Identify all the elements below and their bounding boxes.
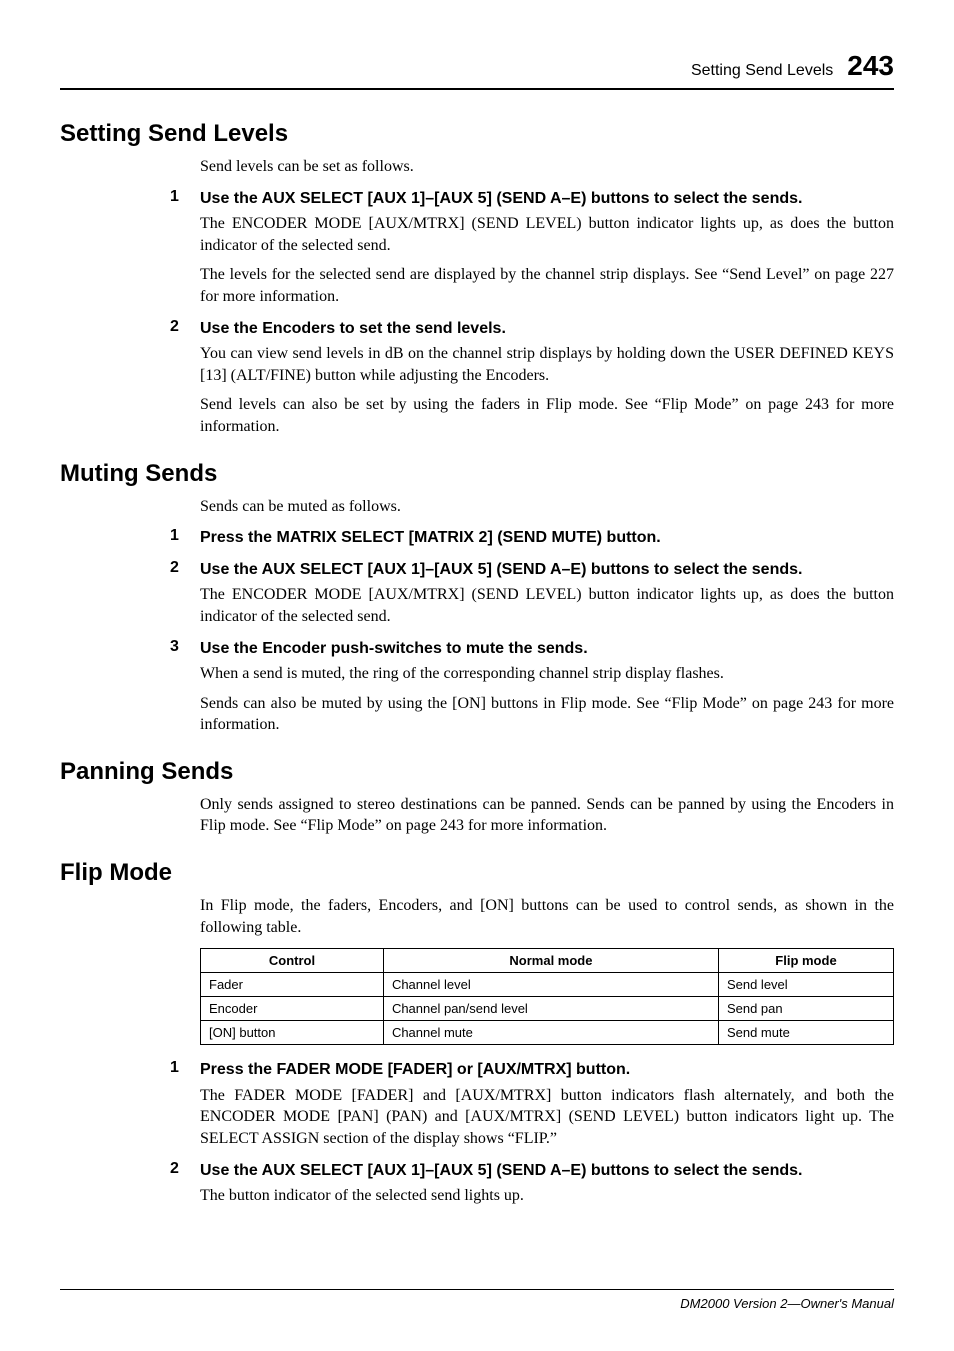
step: 3 Use the Encoder push-switches to mute … [170,638,894,660]
step-body: The ENCODER MODE [AUX/MTRX] (SEND LEVEL)… [200,584,894,627]
table-header-cell: Normal mode [383,949,718,973]
step-heading: Use the Encoder push-switches to mute th… [200,638,588,660]
page-content: Setting Send Levels Send levels can be s… [60,90,894,1289]
text-intro: Only sends assigned to stereo destinatio… [200,794,894,837]
step-heading: Use the AUX SELECT [AUX 1]–[AUX 5] (SEND… [200,188,802,210]
step-body: The levels for the selected send are dis… [200,264,894,307]
heading-panning-sends: Panning Sends [60,758,894,786]
table-cell: [ON] button [201,1021,384,1045]
step-number: 3 [170,638,200,660]
step: 2 Use the AUX SELECT [AUX 1]–[AUX 5] (SE… [170,559,894,581]
step-heading: Use the AUX SELECT [AUX 1]–[AUX 5] (SEND… [200,559,802,581]
step-body: When a send is muted, the ring of the co… [200,663,894,685]
flip-mode-table: Control Normal mode Flip mode Fader Chan… [200,948,894,1045]
step-body: Sends can also be muted by using the [ON… [200,693,894,736]
heading-setting-send-levels: Setting Send Levels [60,120,894,148]
step-heading: Press the FADER MODE [FADER] or [AUX/MTR… [200,1059,630,1081]
step: 2 Use the Encoders to set the send level… [170,318,894,340]
step-number: 1 [170,1059,200,1081]
table-cell: Encoder [201,997,384,1021]
heading-flip-mode: Flip Mode [60,859,894,887]
table-cell: Channel pan/send level [383,997,718,1021]
text-intro: In Flip mode, the faders, Encoders, and … [200,895,894,938]
step-heading: Use the Encoders to set the send levels. [200,318,506,340]
table-cell: Send mute [718,1021,893,1045]
footer: DM2000 Version 2—Owner's Manual [60,1289,894,1311]
heading-muting-sends: Muting Sends [60,460,894,488]
table-cell: Channel level [383,973,718,997]
step-body: You can view send levels in dB on the ch… [200,343,894,386]
table-row: Fader Channel level Send level [201,973,894,997]
page-number: 243 [847,50,894,82]
table-header-cell: Flip mode [718,949,893,973]
step: 1 Use the AUX SELECT [AUX 1]–[AUX 5] (SE… [170,188,894,210]
step: 2 Use the AUX SELECT [AUX 1]–[AUX 5] (SE… [170,1160,894,1182]
table-cell: Send pan [718,997,893,1021]
running-head: Setting Send Levels 243 [60,50,894,90]
step-body: The FADER MODE [FADER] and [AUX/MTRX] bu… [200,1085,894,1150]
table-cell: Send level [718,973,893,997]
table-header-cell: Control [201,949,384,973]
step: 1 Press the MATRIX SELECT [MATRIX 2] (SE… [170,527,894,549]
step-body: Send levels can also be set by using the… [200,394,894,437]
step-number: 1 [170,527,200,549]
step-body: The button indicator of the selected sen… [200,1185,894,1207]
table-cell: Fader [201,973,384,997]
text-intro: Send levels can be set as follows. [200,156,894,178]
table-row: [ON] button Channel mute Send mute [201,1021,894,1045]
table-row: Encoder Channel pan/send level Send pan [201,997,894,1021]
step: 1 Press the FADER MODE [FADER] or [AUX/M… [170,1059,894,1081]
running-head-title: Setting Send Levels [691,62,833,80]
step-number: 2 [170,559,200,581]
table-cell: Channel mute [383,1021,718,1045]
step-heading: Press the MATRIX SELECT [MATRIX 2] (SEND… [200,527,661,549]
step-number: 1 [170,188,200,210]
step-body: The ENCODER MODE [AUX/MTRX] (SEND LEVEL)… [200,213,894,256]
step-number: 2 [170,318,200,340]
text-intro: Sends can be muted as follows. [200,496,894,518]
step-heading: Use the AUX SELECT [AUX 1]–[AUX 5] (SEND… [200,1160,802,1182]
step-number: 2 [170,1160,200,1182]
table-header-row: Control Normal mode Flip mode [201,949,894,973]
